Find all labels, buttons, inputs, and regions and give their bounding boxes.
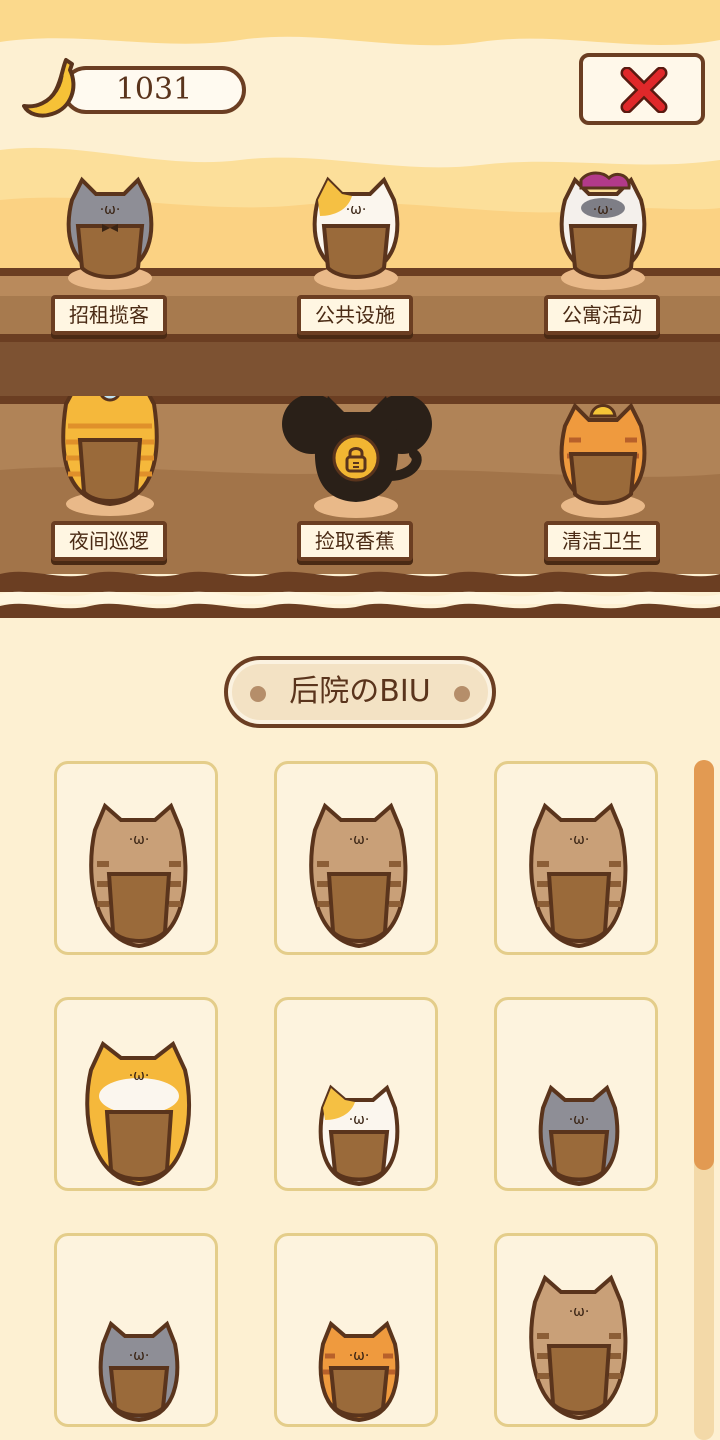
role-label: 捡取香蕉 bbox=[297, 521, 413, 561]
helmet-orange-tabby-icon bbox=[559, 402, 647, 518]
brown-tabby-cat-icon: ·ω· bbox=[529, 1274, 628, 1421]
role-slot[interactable]: 清洁卫生 bbox=[519, 396, 689, 596]
white-jester-cat-icon: ·ω· bbox=[559, 171, 647, 290]
svg-text:·ω·: ·ω· bbox=[349, 1112, 370, 1128]
role-slot[interactable]: ·ω· 公寓活动 bbox=[519, 170, 689, 370]
banana-counter: 1031 bbox=[22, 58, 250, 118]
svg-text:·ω·: ·ω· bbox=[349, 832, 370, 848]
role-label: 公共设施 bbox=[297, 295, 413, 335]
role-label: 清洁卫生 bbox=[544, 521, 660, 561]
svg-text:·ω·: ·ω· bbox=[569, 832, 590, 848]
role-label: 招租揽客 bbox=[51, 295, 167, 335]
role-slot[interactable]: 夜间巡逻 bbox=[26, 396, 196, 596]
role-slot[interactable]: ·ω· 公共设施 bbox=[272, 170, 442, 370]
brown-tabby-cat-icon: ·ω· bbox=[529, 802, 628, 949]
gray-cat-icon: ·ω· bbox=[66, 176, 154, 290]
cat-card[interactable]: ·ω· bbox=[274, 761, 438, 955]
cat-card[interactable]: ·ω· bbox=[494, 761, 658, 955]
decor-dot bbox=[454, 686, 470, 702]
gray-cat-icon: ·ω· bbox=[98, 1320, 180, 1423]
cat-card[interactable]: ·ω· bbox=[494, 997, 658, 1191]
brown-tabby-cat-icon: ·ω· bbox=[89, 802, 188, 949]
close-button[interactable] bbox=[579, 53, 705, 125]
scrollbar-thumb[interactable] bbox=[694, 760, 714, 1170]
section-title: 后院のBIU bbox=[224, 656, 496, 728]
calico-cat-icon: ·ω· bbox=[312, 176, 400, 290]
role-label: 夜间巡逻 bbox=[51, 521, 167, 561]
svg-text:·ω·: ·ω· bbox=[100, 202, 121, 218]
svg-text:·ω·: ·ω· bbox=[129, 1068, 150, 1084]
cat-card[interactable]: ·ω· bbox=[54, 997, 218, 1191]
svg-text:·ω·: ·ω· bbox=[349, 1348, 370, 1364]
orange-tabby-cat-icon: ·ω· bbox=[318, 1320, 400, 1423]
cat-card[interactable]: ·ω· bbox=[274, 1233, 438, 1427]
role-slot-locked[interactable]: 捡取香蕉 bbox=[272, 396, 442, 596]
banana-icon bbox=[22, 58, 76, 118]
banana-count: 1031 bbox=[115, 72, 193, 107]
cat-card[interactable]: ·ω· bbox=[274, 997, 438, 1191]
calico-cat-icon: ·ω· bbox=[318, 1084, 400, 1187]
svg-text:·ω·: ·ω· bbox=[569, 1112, 590, 1128]
close-x-icon bbox=[620, 67, 668, 113]
gray-cat-icon: ·ω· bbox=[538, 1084, 620, 1187]
cat-card[interactable]: ·ω· bbox=[54, 1233, 218, 1427]
role-slot[interactable]: ·ω· 招租揽客 bbox=[26, 170, 196, 370]
cat-card[interactable]: ·ω· bbox=[494, 1233, 658, 1427]
orange-white-cat-icon: ·ω· bbox=[85, 1040, 192, 1187]
svg-text:·ω·: ·ω· bbox=[129, 832, 150, 848]
svg-text:·ω·: ·ω· bbox=[346, 202, 367, 218]
brown-tabby-cat-icon: ·ω· bbox=[309, 802, 408, 949]
lock-icon bbox=[345, 447, 367, 473]
svg-text:·ω·: ·ω· bbox=[129, 1348, 150, 1364]
svg-text:·ω·: ·ω· bbox=[593, 202, 614, 218]
cat-card[interactable]: ·ω· bbox=[54, 761, 218, 955]
goggles-orange-cat-icon bbox=[61, 396, 159, 516]
section-title-text: 后院のBIU bbox=[289, 674, 431, 709]
role-label: 公寓活动 bbox=[544, 295, 660, 335]
svg-text:·ω·: ·ω· bbox=[569, 1304, 590, 1320]
